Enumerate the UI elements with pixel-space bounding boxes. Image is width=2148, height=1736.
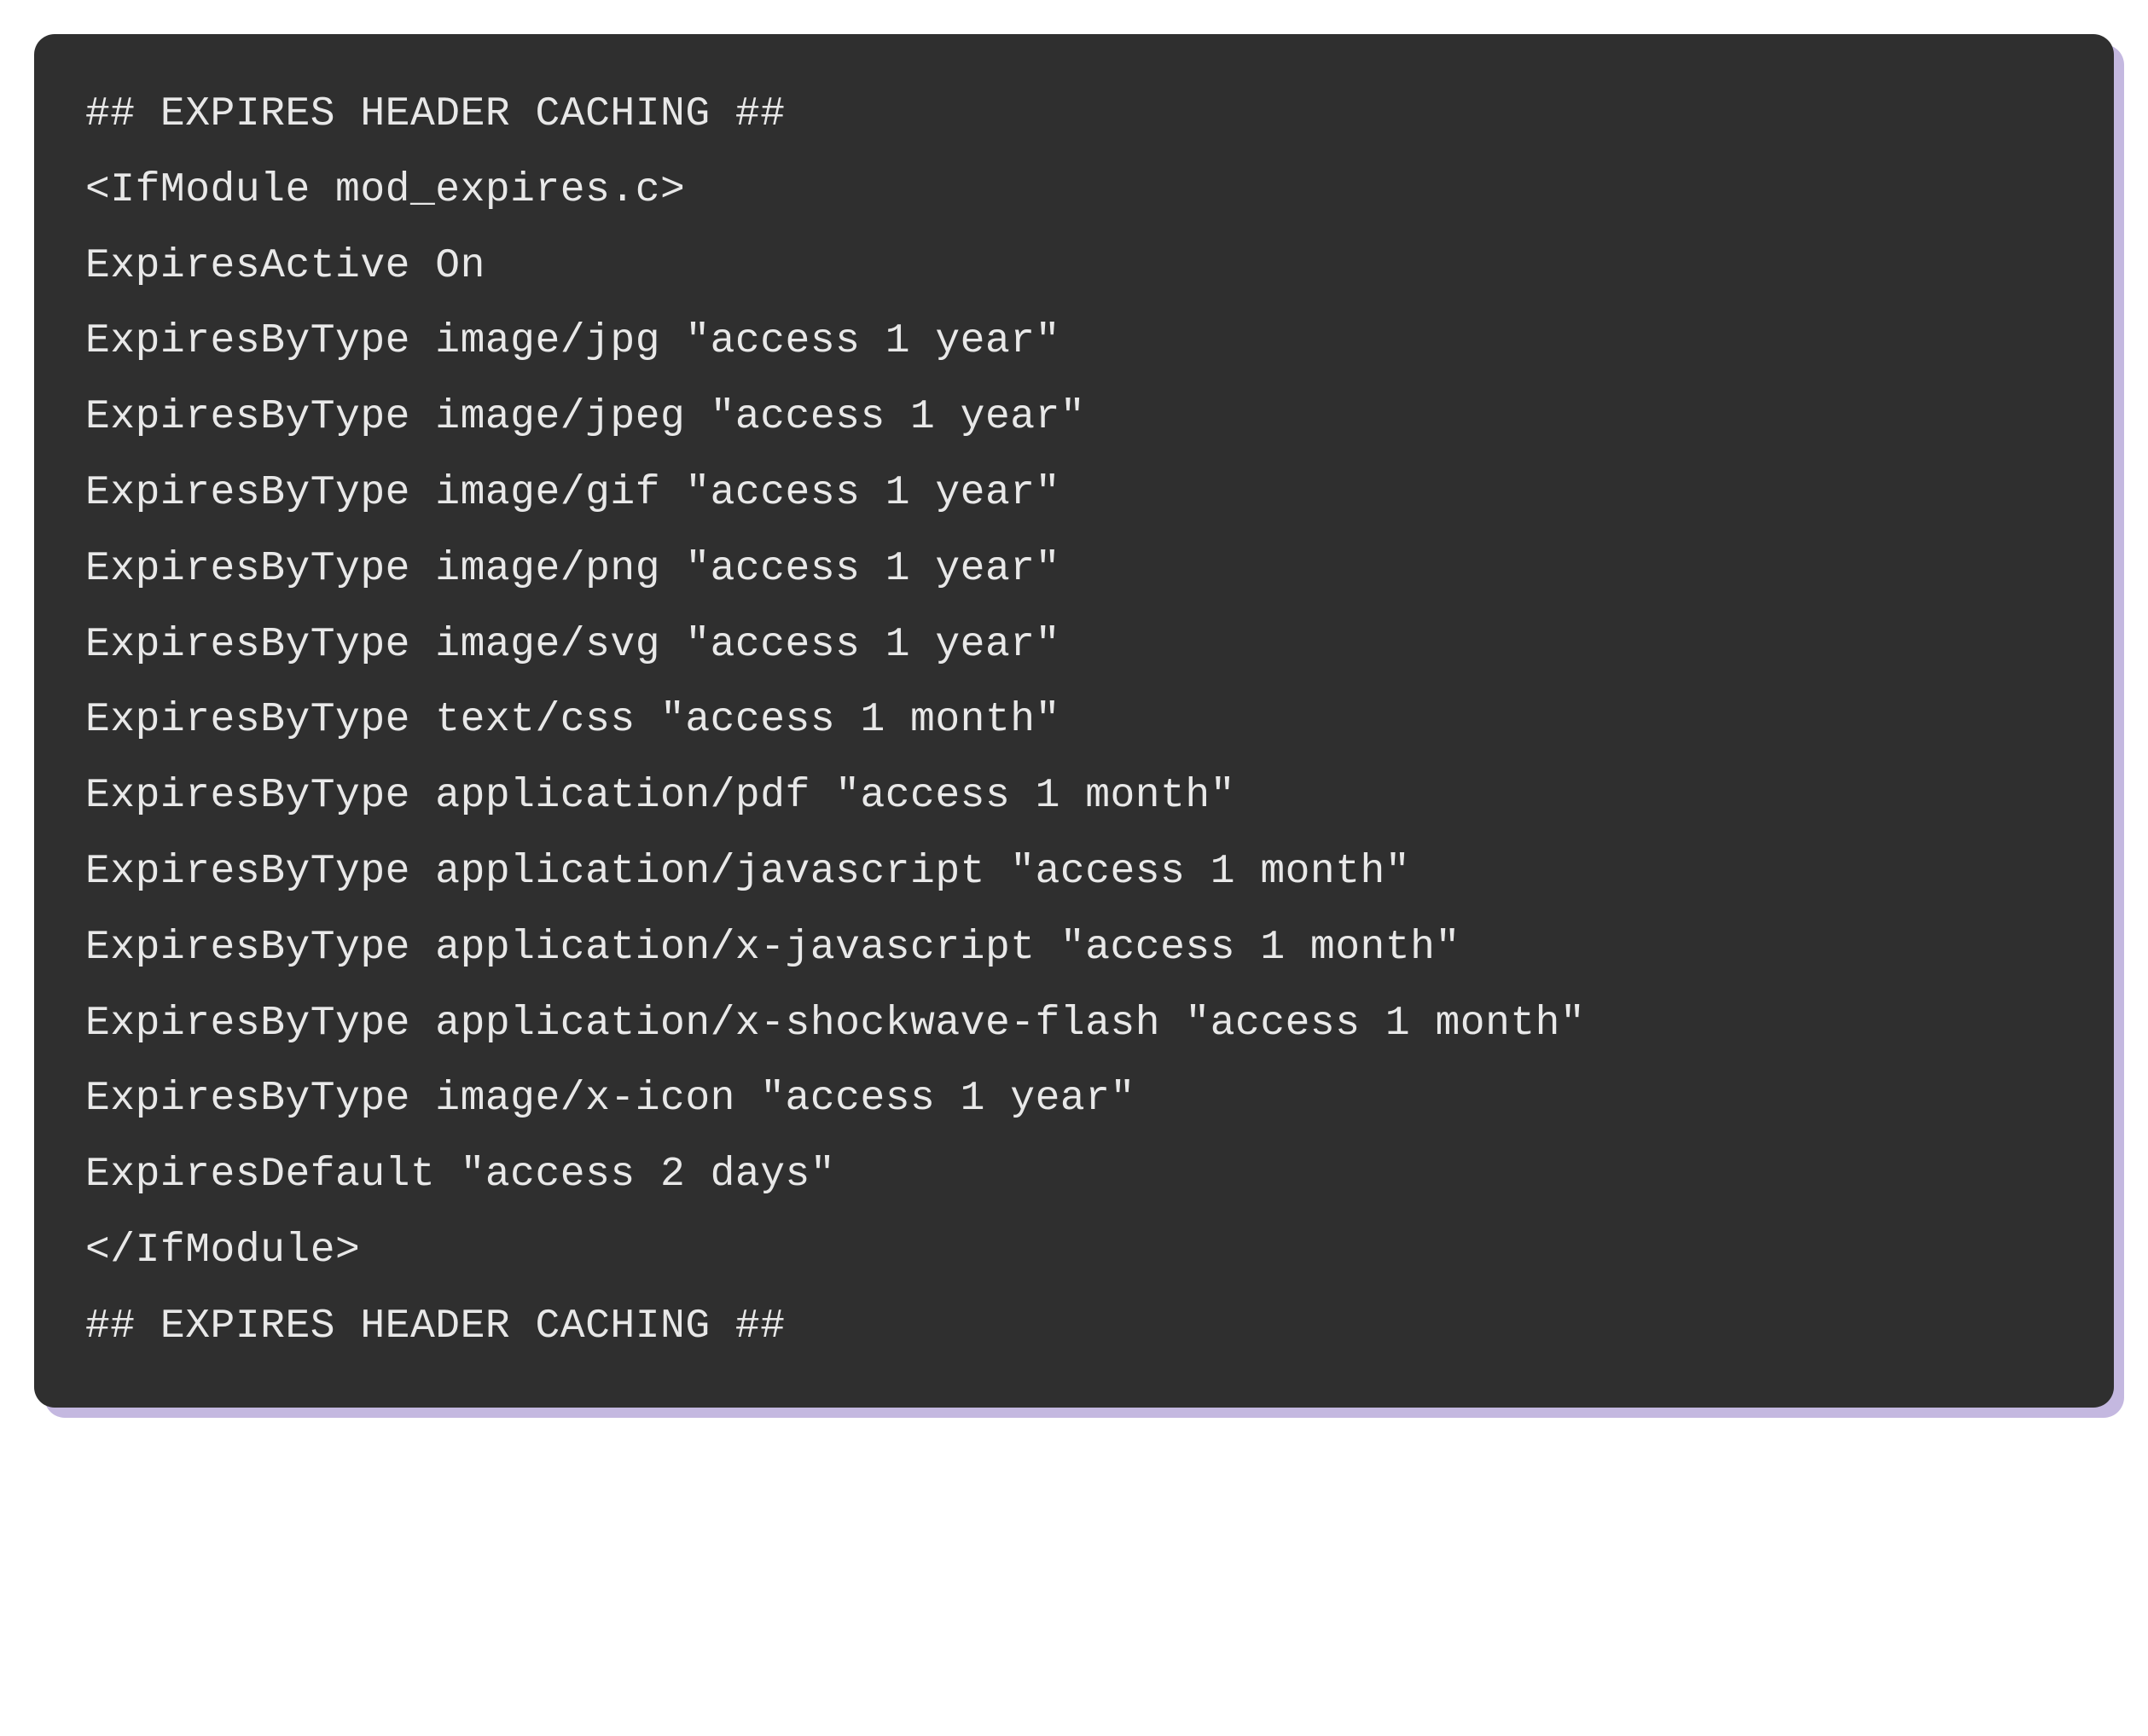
code-line: ExpiresActive On bbox=[85, 229, 2063, 305]
code-line: ExpiresByType text/css "access 1 month" bbox=[85, 682, 2063, 758]
code-line: ## EXPIRES HEADER CACHING ## bbox=[85, 1289, 2063, 1365]
code-line: ExpiresByType image/png "access 1 year" bbox=[85, 531, 2063, 607]
code-line: ExpiresByType application/javascript "ac… bbox=[85, 834, 2063, 910]
code-line: ExpiresByType application/x-shockwave-fl… bbox=[85, 986, 2063, 1062]
code-line: ExpiresDefault "access 2 days" bbox=[85, 1137, 2063, 1213]
code-line: <IfModule mod_expires.c> bbox=[85, 153, 2063, 229]
code-block: ## EXPIRES HEADER CACHING ## <IfModule m… bbox=[34, 34, 2114, 1408]
code-line: ExpiresByType image/gif "access 1 year" bbox=[85, 456, 2063, 531]
code-line: ## EXPIRES HEADER CACHING ## bbox=[85, 77, 2063, 153]
code-line: ExpiresByType image/jpeg "access 1 year" bbox=[85, 380, 2063, 456]
code-line: ExpiresByType image/jpg "access 1 year" bbox=[85, 304, 2063, 380]
code-line: ExpiresByType application/x-javascript "… bbox=[85, 910, 2063, 986]
code-line: ExpiresByType image/svg "access 1 year" bbox=[85, 607, 2063, 683]
code-line: ExpiresByType image/x-icon "access 1 yea… bbox=[85, 1061, 2063, 1137]
code-line: </IfModule> bbox=[85, 1213, 2063, 1289]
code-line: ExpiresByType application/pdf "access 1 … bbox=[85, 758, 2063, 834]
